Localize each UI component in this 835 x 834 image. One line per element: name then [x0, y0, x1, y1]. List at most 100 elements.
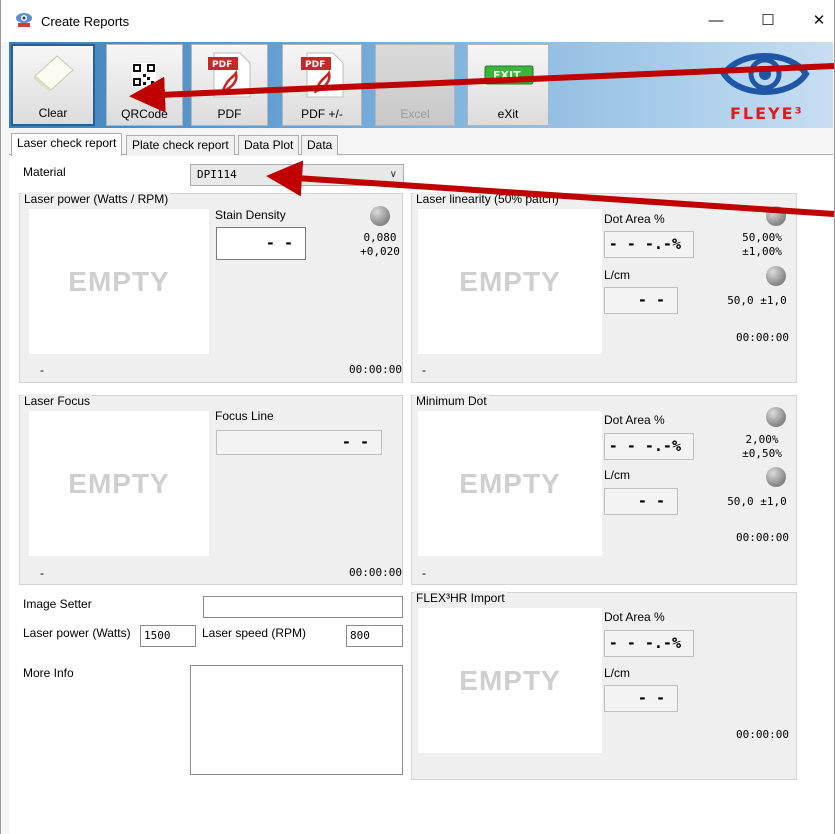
minimum-dot-image: EMPTY [418, 411, 602, 556]
excel-label: Excel [400, 107, 430, 121]
pdf-label: PDF [217, 107, 242, 121]
more-info-textarea[interactable] [190, 665, 403, 775]
min-dot-area-label: Dot Area % [604, 413, 665, 427]
stain-density-label: Stain Density [215, 208, 286, 222]
laser-linearity-image: EMPTY [418, 209, 602, 354]
flex-dot-area-label: Dot Area % [604, 610, 665, 624]
linearity-time: 00:00:00 [736, 331, 789, 344]
tab-laser-check-report[interactable]: Laser check report [11, 133, 123, 156]
close-button[interactable]: ✕ [801, 6, 835, 36]
laser-linearity-group: Laser linearity (50% patch) EMPTY Dot Ar… [411, 192, 797, 383]
min-dot-lcm-label: L/cm [604, 468, 631, 482]
laser-focus-title: Laser Focus [22, 394, 93, 408]
linearity-lcm-target: 50,0 ±1,0 [727, 294, 787, 307]
pdf-plus-minus-icon: PDF [301, 52, 344, 98]
laser-focus-dash: - [40, 566, 44, 580]
tab-data-plot[interactable]: Data Plot [238, 135, 300, 155]
laser-power-title: Laser power (Watts / RPM) [22, 192, 171, 206]
linearity-dot-target: 50,00% [742, 231, 782, 244]
fleye-logo-text: FLEYE³ [730, 104, 804, 123]
tab-bar: Laser check report Plate check report Da… [9, 133, 833, 156]
toolbar: Clear QRCode PDF PDF PDF PDF +/- Excel E… [9, 42, 833, 128]
laser-speed-input[interactable]: 800 [346, 625, 403, 647]
stain-density-field: - - [216, 227, 306, 260]
material-value: DPI114 [197, 168, 237, 181]
laser-focus-group: Laser Focus EMPTY Focus Line - - - 00:00… [19, 394, 403, 585]
flex-import-title: FLEX³HR Import [414, 591, 507, 605]
exit-badge: EXIT [493, 69, 521, 82]
flex-dot-area-field: - - -.-% [604, 630, 694, 657]
min-dot-lcm-field: - - [604, 488, 678, 515]
minimize-button[interactable]: — [698, 6, 734, 36]
stain-tolerance: +0,020 [360, 245, 400, 258]
pdf-plus-minus-button[interactable]: PDF PDF +/- [282, 44, 362, 126]
min-dot-led [766, 407, 786, 427]
material-select[interactable]: DPI114 ∨ [190, 164, 404, 186]
linearity-dot-led [766, 206, 786, 226]
qrcode-button[interactable]: QRCode [106, 44, 183, 126]
min-dot-lcm-led [766, 467, 786, 487]
tab-plate-check-report[interactable]: Plate check report [126, 135, 235, 155]
pdf-button[interactable]: PDF PDF [191, 44, 268, 126]
laser-linearity-title: Laser linearity (50% patch) [414, 192, 561, 206]
linearity-dot-area-field: - - -.-% [604, 231, 694, 258]
laser-speed-label: Laser speed (RPM) [202, 626, 307, 640]
linearity-lcm-field: - - [604, 287, 678, 314]
laser-power-watts-input[interactable]: 1500 [140, 625, 196, 647]
min-dot-time: 00:00:00 [736, 531, 789, 544]
linearity-lcm-label: L/cm [604, 268, 631, 282]
laser-power-group: Laser power (Watts / RPM) EMPTY Stain De… [19, 192, 403, 383]
title-bar: Create Reports — ☐ ✕ [1, 0, 834, 42]
pdf-badge: PDF [212, 60, 232, 70]
flex-time: 00:00:00 [736, 728, 789, 741]
create-reports-window: Create Reports — ☐ ✕ Clear QRCode PDF PD… [0, 0, 835, 834]
minimum-dot-group: Minimum Dot EMPTY Dot Area % - - -.-% 2,… [411, 394, 797, 585]
flex-lcm-label: L/cm [604, 666, 631, 680]
chevron-down-icon: ∨ [389, 169, 397, 180]
app-eye-icon [16, 13, 32, 27]
laser-power-image: EMPTY [29, 209, 209, 354]
fleye-logo: FLEYE³ [712, 46, 822, 124]
excel-button[interactable]: Excel [375, 44, 455, 126]
qrcode-label: QRCode [121, 107, 168, 121]
more-info-label: More Info [23, 666, 74, 680]
min-dot-dash: - [422, 566, 426, 580]
clear-button[interactable]: Clear [11, 44, 95, 126]
linearity-dot-area-label: Dot Area % [604, 212, 665, 226]
exit-button[interactable]: EXIT eXit [467, 44, 549, 126]
laser-power-time: 00:00:00 [349, 363, 402, 376]
clear-icon [33, 55, 74, 92]
linearity-dash: - [422, 363, 426, 377]
material-label: Material [23, 165, 66, 179]
clear-label: Clear [38, 106, 68, 120]
image-setter-label: Image Setter [23, 597, 92, 611]
stain-status-led [370, 206, 390, 226]
laser-focus-time: 00:00:00 [349, 566, 402, 579]
laser-focus-image: EMPTY [29, 411, 209, 556]
stain-target: 0,080 [363, 231, 397, 244]
pdf-plus-minus-label: PDF +/- [301, 107, 343, 121]
min-dot-lcm-target: 50,0 ±1,0 [727, 495, 787, 508]
linearity-lcm-led [766, 266, 786, 286]
min-dot-target: 2,00% [745, 433, 779, 446]
laser-power-watts-label: Laser power (Watts) [23, 626, 131, 640]
maximize-button[interactable]: ☐ [750, 6, 786, 36]
flex-lcm-field: - - [604, 685, 678, 712]
focus-line-label: Focus Line [215, 409, 274, 423]
exit-label: eXit [497, 107, 519, 121]
window-title: Create Reports [41, 14, 130, 29]
tab-data[interactable]: Data [301, 135, 339, 155]
flex-import-group: FLEX³HR Import EMPTY Dot Area % - - -.-%… [411, 591, 797, 780]
pdf-plus-minus-badge: PDF [305, 60, 325, 70]
minimum-dot-title: Minimum Dot [414, 394, 489, 408]
flex-import-image: EMPTY [418, 608, 602, 753]
qr-code-icon [132, 63, 156, 87]
min-dot-area-field: - - -.-% [604, 433, 694, 460]
min-dot-tolerance: ±0,50% [742, 447, 782, 460]
fleye-eye-icon [720, 53, 810, 95]
exit-icon: EXIT [484, 65, 534, 85]
laser-power-dash: - [40, 363, 44, 377]
focus-line-field: - - [216, 430, 382, 455]
linearity-dot-tolerance: ±1,00% [742, 245, 782, 258]
image-setter-input[interactable] [203, 596, 403, 618]
